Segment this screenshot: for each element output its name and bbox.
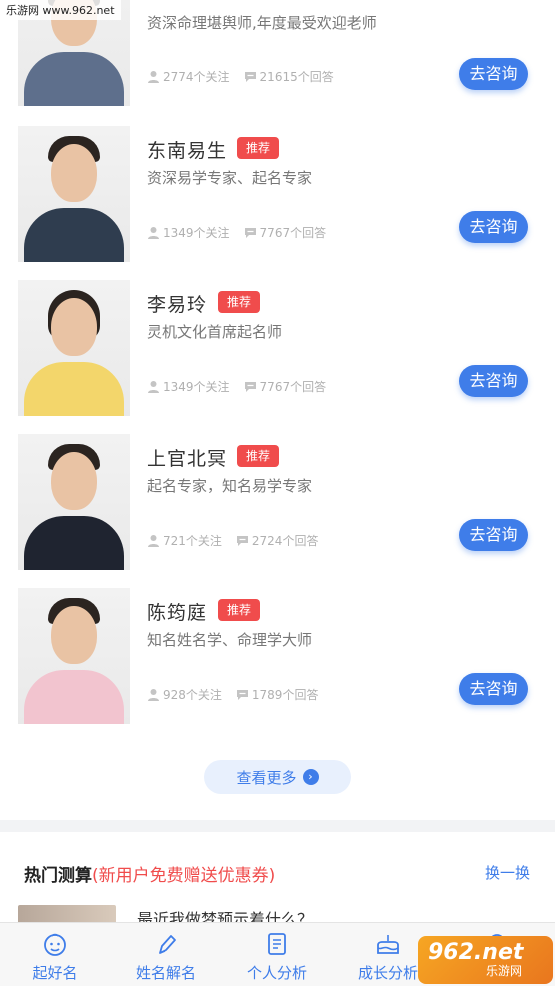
chevron-right-icon: › [302,769,319,785]
hot-section-title: 热门测算(新用户免费赠送优惠券) [24,861,275,886]
expert-name: 东南易生 [147,140,228,162]
expert-card[interactable]: 东南易生 推荐 资深易学专家、起名专家 1349个关注 7767个回答 去咨询 [0,126,555,266]
recommend-badge: 推荐 [237,137,280,159]
consult-button[interactable]: 去咨询 [459,519,528,551]
expert-meta: 1349个关注 7767个回答 [147,224,326,241]
expert-desc: 资深易学专家、起名专家 [147,169,313,187]
expert-desc: 灵机文化首席起名师 [147,323,283,341]
swap-button[interactable]: 换一换 [485,862,530,883]
tab-label: 起好名 [32,964,78,982]
consult-button[interactable]: 去咨询 [459,673,528,705]
answers-count: 7767个回答 [259,226,327,240]
person-icon [148,689,159,701]
expert-meta: 1349个关注 7767个回答 [147,378,326,395]
view-more-button[interactable]: 查看更多 › [204,760,351,794]
person-icon [148,535,159,547]
watermark-logo-subtext: 乐游网 [486,964,523,978]
promo-text: (新用户免费赠送优惠券) [92,866,276,886]
expert-name: 上官北冥 [147,448,228,470]
expert-meta: 2774个关注 21615个回答 [147,68,334,85]
tab-label: 个人分析 [246,964,307,982]
expert-desc: 资深命理堪舆师,年度最受欢迎老师 [147,14,377,32]
answers-count: 7767个回答 [259,380,327,394]
chat-bubble-icon [244,72,256,82]
tab-name-analysis[interactable]: 姓名解名 [111,923,221,986]
tab-personal-analysis[interactable]: 个人分析 [222,923,332,986]
recommend-badge: 推荐 [237,445,280,467]
expert-card[interactable]: 陈筠庭 推荐 知名姓名学、命理学大师 928个关注 1789个回答 去咨询 [0,588,555,728]
expert-card[interactable]: 上官北冥 推荐 起名专家，知名易学专家 721个关注 2724个回答 去咨询 [0,434,555,574]
followers-count: 721个关注 [163,534,222,548]
consult-button[interactable]: 去咨询 [459,365,528,397]
baby-face-icon [44,933,66,956]
view-more-label: 查看更多 [236,768,297,787]
answers-count: 2724个回答 [251,534,319,548]
hot-title-text: 热门测算 [24,866,92,886]
expert-card[interactable]: 李易玲 推荐 灵机文化首席起名师 1349个关注 7767个回答 去咨询 [0,280,555,420]
expert-name: 陈筠庭 [147,602,208,624]
answers-count: 1789个回答 [251,688,319,702]
expert-name: 李易玲 [147,294,208,316]
person-icon [148,227,159,239]
expert-avatar [18,126,130,262]
expert-avatar [18,280,130,416]
followers-count: 2774个关注 [163,70,230,84]
person-icon [148,381,159,393]
recommend-badge: 推荐 [218,291,261,313]
section-divider [0,820,555,832]
document-icon [268,933,286,955]
expert-desc: 知名姓名学、命理学大师 [147,631,313,649]
watermark-top-left: 乐游网 www.962.net [0,0,121,20]
tab-qi-hao-ming[interactable]: 起好名 [0,923,110,986]
recommend-badge: 推荐 [218,599,261,621]
chat-bubble-icon [244,228,256,238]
pen-icon [159,935,176,954]
followers-count: 1349个关注 [163,226,230,240]
consult-button[interactable]: 去咨询 [459,58,528,90]
chat-bubble-icon [244,382,256,392]
expert-avatar [18,588,130,724]
watermark-logo: 962.net 乐游网 [418,936,553,984]
followers-count: 928个关注 [163,688,222,702]
expert-avatar [18,434,130,570]
chat-bubble-icon [236,536,248,546]
cake-icon [377,935,399,954]
expert-meta: 928个关注 1789个回答 [147,686,318,703]
person-icon [148,71,159,83]
consult-button[interactable]: 去咨询 [459,211,528,243]
expert-meta: 721个关注 2724个回答 [147,532,318,549]
followers-count: 1349个关注 [163,380,230,394]
tab-label: 姓名解名 [135,964,196,982]
expert-desc: 起名专家，知名易学专家 [147,477,313,495]
chat-bubble-icon [236,690,248,700]
answers-count: 21615个回答 [259,70,334,84]
